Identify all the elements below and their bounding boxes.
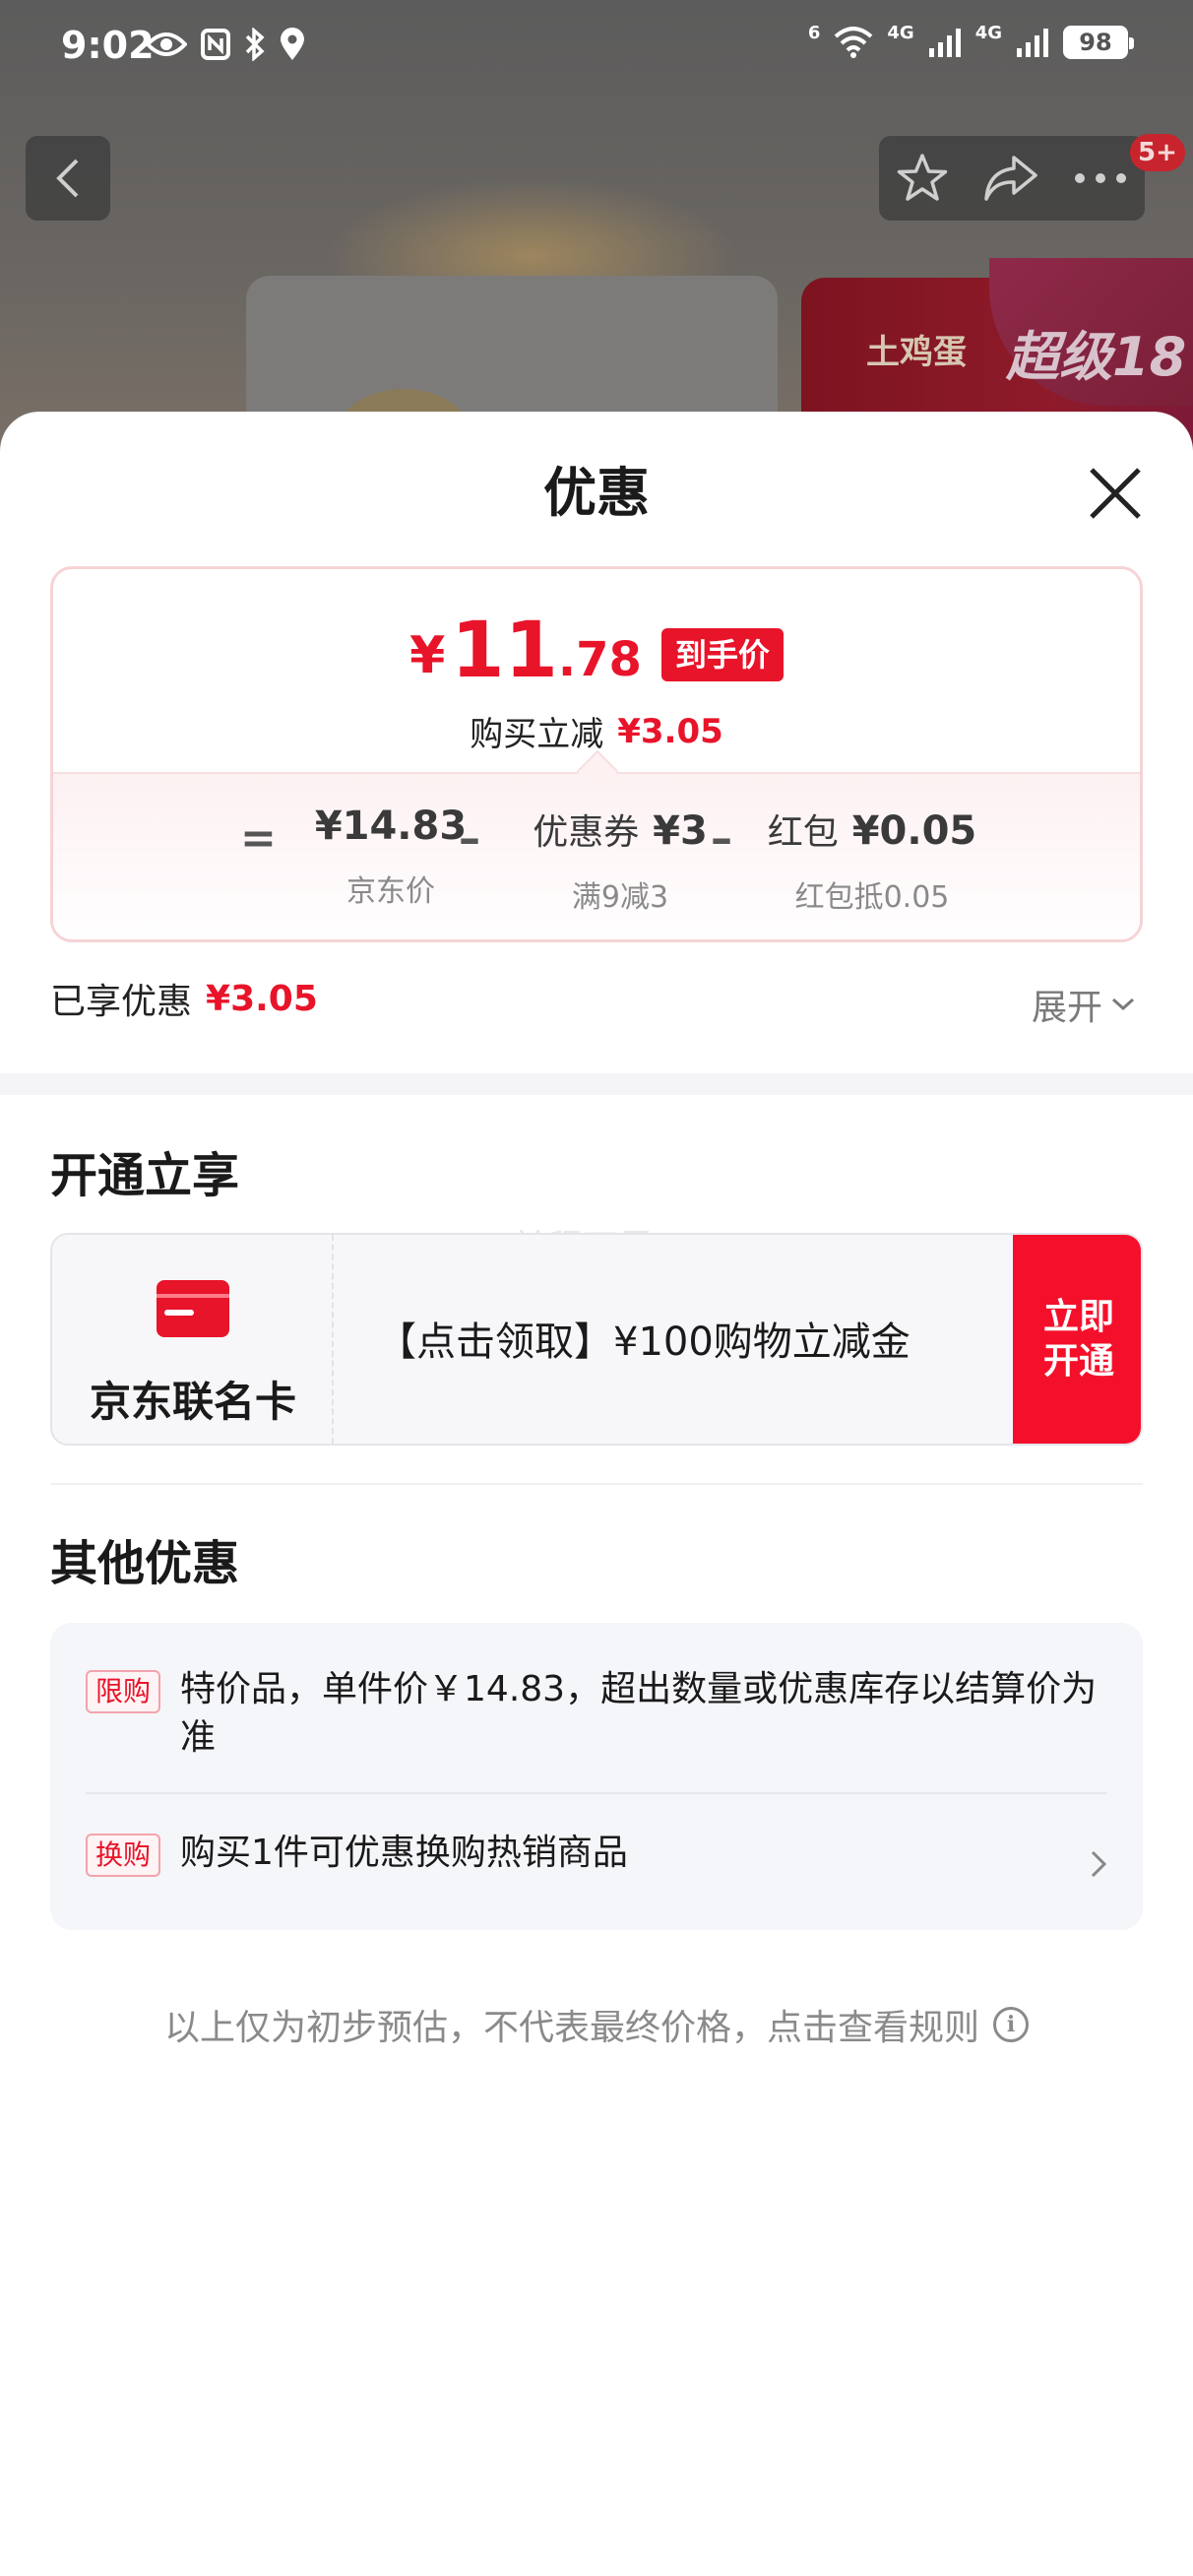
other-offers-title: 其他优惠 [50, 1536, 240, 1591]
page: 土鸡蛋 超级18 9:02 6 4G 4G 98 5+ 优惠 ¥ 11 .78 … [0, 0, 1193, 2576]
limit-purchase-text: 特价品，单件价￥14.83，超出数量或优惠库存以结算价为准 [180, 1669, 1098, 1758]
jd-price-label: 京东价 [346, 874, 435, 909]
nfc-icon [201, 29, 230, 60]
estimate-notice-text: 以上仅为初步预估，不代表最终价格，点击查看规则 [163, 2008, 979, 2048]
close-icon [1090, 468, 1141, 519]
more-icon[interactable] [1073, 171, 1128, 185]
status-bar: 9:02 6 4G 4G 98 [0, 0, 1193, 98]
instant-discount-line: 购买立减 ¥3.05 [53, 707, 1140, 755]
discount-sheet: 优惠 ¥ 11 .78 到手价 购买立减 ¥3.05 = ¥14.83 京东价 … [0, 412, 1193, 2576]
final-price-tag: 到手价 [660, 628, 784, 681]
location-icon [281, 28, 304, 60]
background-banner-text: 土鸡蛋 [866, 333, 967, 372]
expand-button[interactable]: 展开 [1032, 979, 1136, 1030]
expand-label: 展开 [1032, 988, 1103, 1028]
co-brand-card-info: 京东联名卡 [52, 1235, 334, 1444]
jd-price-item: ¥14.83 京东价 [297, 804, 484, 910]
trade-in-text: 购买1件可优惠换购热销商品 [180, 1833, 628, 1873]
redpack-value-line: 红包 ¥0.05 [754, 804, 990, 855]
credit-card-icon [157, 1280, 229, 1337]
signal-icon [1017, 29, 1048, 57]
instant-discount-amount: ¥3.05 [617, 711, 723, 751]
trade-in-tag: 换购 [86, 1834, 161, 1877]
equals-sign: = [240, 813, 277, 864]
enjoyed-discount-label: 已享优惠 [50, 982, 193, 1022]
row-divider [86, 1792, 1107, 1794]
price-integer: 11 [451, 607, 558, 695]
status-icons-right: 6 4G 4G 98 [807, 22, 1134, 59]
final-price: ¥ 11 .78 到手价 [53, 612, 1140, 689]
co-brand-card-offer[interactable]: 京东联名卡 【点击领取】¥100购物立减金 立即 开通 [50, 1233, 1143, 1446]
enjoyed-discount-amount: ¥3.05 [206, 978, 318, 1019]
top-action-group [879, 136, 1145, 221]
message-count-badge: 5+ [1130, 134, 1185, 171]
open-now-label: 立即 开通 [1042, 1297, 1114, 1382]
coupon-value: ¥3 [653, 808, 708, 854]
sheet-title: 优惠 [543, 462, 650, 524]
coupon-item: 优惠券 ¥3 满9减3 [502, 804, 738, 916]
section-divider [0, 1073, 1193, 1095]
enjoyed-discount: 已享优惠 ¥3.05 [50, 973, 318, 1024]
coupon-value-line: 优惠券 ¥3 [502, 804, 738, 855]
minus-sign: – [459, 813, 480, 864]
open-benefit-title: 开通立享 [50, 1148, 240, 1203]
minus-sign: – [711, 813, 732, 864]
breakdown-row: = ¥14.83 京东价 – 优惠券 ¥3 满9减3 – 红包 ¥0.05 红包… [53, 804, 1140, 922]
share-icon[interactable] [982, 154, 1039, 203]
signal-icon [928, 29, 961, 57]
final-price-area: ¥ 11 .78 到手价 购买立减 ¥3.05 [53, 569, 1140, 776]
list-item: 限购 特价品，单件价￥14.83，超出数量或优惠库存以结算价为准 [86, 1666, 1107, 1762]
star-icon[interactable] [896, 153, 949, 204]
currency-symbol: ¥ [409, 626, 446, 685]
other-offers-list: 限购 特价品，单件价￥14.83，超出数量或优惠库存以结算价为准 换购 购买1件… [50, 1623, 1143, 1930]
battery-indicator: 98 [1063, 26, 1134, 59]
info-icon: i [993, 2007, 1029, 2042]
wifi-icon [835, 27, 873, 58]
open-now-button[interactable]: 立即 开通 [1013, 1235, 1141, 1444]
divider [50, 1483, 1143, 1485]
estimate-notice[interactable]: 以上仅为初步预估，不代表最终价格，点击查看规则 i [0, 1999, 1193, 2050]
limit-purchase-tag: 限购 [86, 1670, 161, 1713]
trade-in-row[interactable]: 换购 购买1件可优惠换购热销商品 [86, 1830, 1054, 1878]
chevron-down-icon [1112, 998, 1135, 1011]
instant-discount-label: 购买立减 [470, 715, 604, 754]
co-brand-card-offer-text: 【点击领取】¥100购物立减金 [377, 1320, 910, 1365]
coupon-label: 满9减3 [571, 880, 669, 915]
close-button[interactable] [1083, 461, 1148, 526]
redpack-value: ¥0.05 [851, 808, 977, 854]
price-decimal: .78 [557, 632, 642, 687]
wifi-label: 6 [807, 22, 821, 43]
redpack-label: 红包抵0.05 [794, 880, 950, 915]
status-time: 9:02 [61, 24, 155, 67]
eye-icon [146, 32, 187, 56]
background-badge-text: 超级18 [1006, 326, 1187, 388]
back-button[interactable] [26, 136, 110, 221]
coupon-prefix: 优惠券 [533, 812, 640, 853]
price-card: ¥ 11 .78 到手价 购买立减 ¥3.05 = ¥14.83 京东价 – 优… [50, 566, 1143, 942]
chevron-left-icon [56, 159, 79, 198]
redpack-item: 红包 ¥0.05 红包抵0.05 [754, 804, 990, 916]
redpack-prefix: 红包 [767, 812, 839, 853]
chevron-right-icon[interactable] [1090, 1849, 1107, 1879]
co-brand-card-name: 京东联名卡 [89, 1378, 296, 1426]
price-breakdown: = ¥14.83 京东价 – 优惠券 ¥3 满9减3 – 红包 ¥0.05 红包… [53, 772, 1140, 939]
bluetooth-icon [245, 28, 265, 61]
status-icons-left [146, 28, 305, 61]
jd-price-value: ¥14.83 [314, 804, 468, 849]
network-type-1: 4G [887, 22, 914, 43]
network-type-2: 4G [974, 22, 1002, 43]
